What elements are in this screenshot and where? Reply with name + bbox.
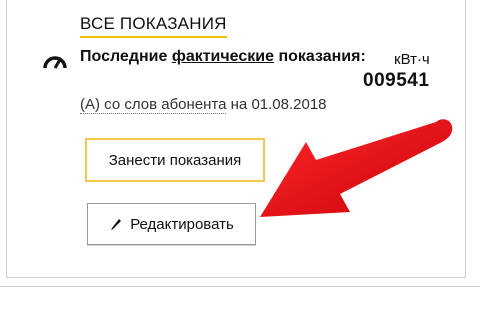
reading-source: (А) со слов абонента на 01.08.2018	[80, 96, 327, 114]
unit-label: кВт·ч	[394, 51, 430, 68]
last-prefix: Последние	[80, 48, 172, 65]
edit-label: Редактировать	[130, 215, 234, 233]
factual-link[interactable]: фактические	[172, 48, 274, 65]
enter-readings-button[interactable]: Занести показания	[85, 138, 265, 182]
enter-readings-label: Занести показания	[108, 151, 242, 169]
all-readings-link[interactable]: ВСЕ ПОКАЗАНИЯ	[80, 14, 227, 38]
edit-button[interactable]: Редактировать	[87, 203, 256, 245]
next-card	[0, 286, 480, 327]
reading-value: 009541	[363, 70, 430, 91]
source-link[interactable]: (А) со слов абонента	[80, 96, 227, 114]
pencil-icon	[111, 219, 122, 230]
red-arrow-annotation	[260, 119, 453, 217]
last-readings-title: Последние фактические показания:	[80, 48, 366, 66]
last-suffix: показания:	[274, 48, 366, 65]
gauge-icon	[43, 56, 67, 69]
source-date: на 01.08.2018	[226, 96, 327, 113]
